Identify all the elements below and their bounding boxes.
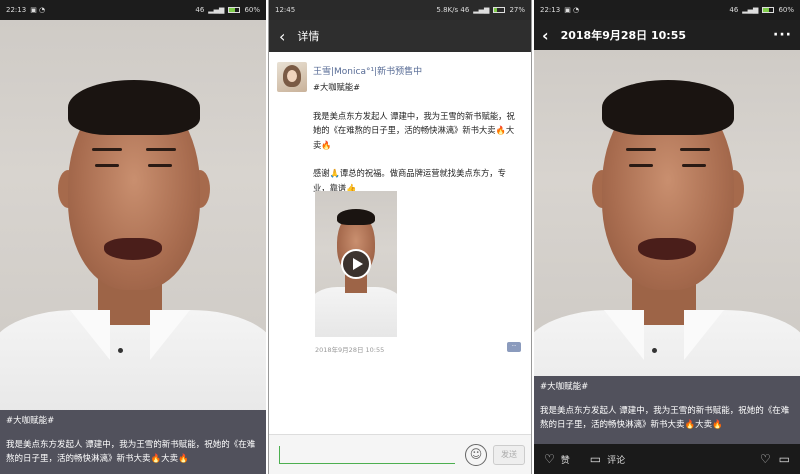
status-bar: 22:13 ▣ ◔ 46 ▂▄▆ 60% <box>534 0 800 20</box>
post-hashtag: #大咖赋能# <box>313 82 361 92</box>
post-text: #大咖赋能# 我是美点东方发起人 谭建中，我为王雪的新书赋能，祝她的《在难熬的日… <box>313 80 519 209</box>
top-nav: ‹ 2018年9月28日 10:55 ··· <box>534 20 800 50</box>
post-username[interactable]: 王雪|Monica°¹|新书预售中 <box>313 64 422 77</box>
heart-icon: ♡ <box>544 452 555 466</box>
eye-right <box>148 164 172 167</box>
brow-right <box>146 148 176 151</box>
collar-right <box>150 310 190 360</box>
status-time: 12:45 <box>275 6 296 14</box>
video-frame[interactable] <box>0 20 266 410</box>
more-icon[interactable]: ··· <box>773 27 792 43</box>
comment-input-bar: ☺ 发送 <box>269 434 531 474</box>
status-time: 22:13 <box>540 6 561 14</box>
brow-left <box>92 148 122 151</box>
action-bar: ♡ 赞 ▭ 评论 ♡ ▭ <box>534 444 800 474</box>
signal-text: 5.8K/s 46 <box>436 6 470 14</box>
comment-input[interactable] <box>279 446 455 464</box>
battery-icon <box>493 7 506 13</box>
chevron-left-icon[interactable]: ‹ <box>279 27 285 46</box>
signal-icon: ▂▄▆ <box>473 6 490 14</box>
comment-label: 评论 <box>607 455 626 466</box>
more-options-icon[interactable]: ·· <box>507 342 521 352</box>
post-detail-screen: 12:45 5.8K/s 46 ▂▄▆ 27% ‹ 详情 王雪|Monica°¹… <box>268 0 532 474</box>
battery-percent: 60% <box>778 6 794 14</box>
post-timestamp: 2018年9月28日 10:55 <box>315 346 385 354</box>
battery-percent: 60% <box>244 6 260 14</box>
caption-overlay: #大咖赋能# 我是美点东方发起人 谭建中，我为王雪的新书赋能，祝她的《在难熬的日… <box>0 410 266 474</box>
play-icon[interactable] <box>341 249 371 279</box>
caption-hashtag: #大咖赋能# <box>540 382 589 392</box>
comment-button[interactable]: ▭ 评论 <box>590 452 625 466</box>
send-button[interactable]: 发送 <box>493 445 525 465</box>
video-screen-right: 22:13 ▣ ◔ 46 ▂▄▆ 60% ‹ 2018年9月28日 10:55 … <box>534 0 800 474</box>
video-frame[interactable] <box>534 50 800 376</box>
comment-icon: ▭ <box>589 452 602 466</box>
shirt-button <box>118 348 123 353</box>
caption-text: 我是美点东方发起人 谭建中，我为王雪的新书赋能，祝她的《在难熬的日子里，活的畅快… <box>6 440 256 464</box>
page-title: 详情 <box>297 30 320 43</box>
comment-icon[interactable]: ▭ <box>779 452 790 466</box>
status-bar: 12:45 5.8K/s 46 ▂▄▆ 27% <box>269 0 531 20</box>
caption-overlay: #大咖赋能# 我是美点东方发起人 谭建中，我为王雪的新书赋能，祝她的《在难熬的日… <box>534 376 800 444</box>
hair <box>68 80 200 135</box>
heart-icon[interactable]: ♡ <box>760 452 771 466</box>
caption-text: 我是美点东方发起人 谭建中，我为王雪的新书赋能，祝她的《在难熬的日子里，活的畅快… <box>540 406 790 430</box>
moment-post: 王雪|Monica°¹|新书预售中 #大咖赋能# 我是美点东方发起人 谭建中，我… <box>269 52 531 434</box>
signal-text: 46 <box>195 6 205 14</box>
like-button[interactable]: ♡ 赞 <box>544 452 570 466</box>
video-screen-left: 22:13 ▣ ◔ 46 ▂▄▆ 60% #大咖赋能# 我是美点东方发起人 谭建… <box>0 0 266 474</box>
status-time: 22:13 <box>6 6 27 14</box>
battery-percent: 27% <box>509 6 525 14</box>
chevron-left-icon[interactable]: ‹ <box>542 26 549 45</box>
notification-icon: ▣ ◔ <box>564 6 580 14</box>
emoji-icon[interactable]: ☺ <box>465 444 487 466</box>
signal-text: 46 <box>729 6 739 14</box>
page-title: 2018年9月28日 10:55 <box>560 29 687 42</box>
eye-left <box>95 164 119 167</box>
signal-icon: ▂▄▆ <box>208 6 225 14</box>
avatar[interactable] <box>277 62 307 92</box>
signal-icon: ▂▄▆ <box>742 6 759 14</box>
shirt <box>0 310 266 410</box>
post-paragraph-1: 我是美点东方发起人 谭建中，我为王雪的新书赋能，祝她的《在难熬的日子里，活的畅快… <box>313 110 515 150</box>
battery-icon <box>228 7 241 13</box>
like-label: 赞 <box>560 455 570 466</box>
notification-icon: ▣ ◔ <box>30 6 46 14</box>
video-thumbnail[interactable] <box>315 191 397 337</box>
caption-hashtag: #大咖赋能# <box>6 416 55 426</box>
battery-icon <box>762 7 775 13</box>
mouth <box>104 238 162 260</box>
top-nav: ‹ 详情 <box>269 20 531 52</box>
collar-left <box>70 310 110 360</box>
status-bar: 22:13 ▣ ◔ 46 ▂▄▆ 60% <box>0 0 266 20</box>
